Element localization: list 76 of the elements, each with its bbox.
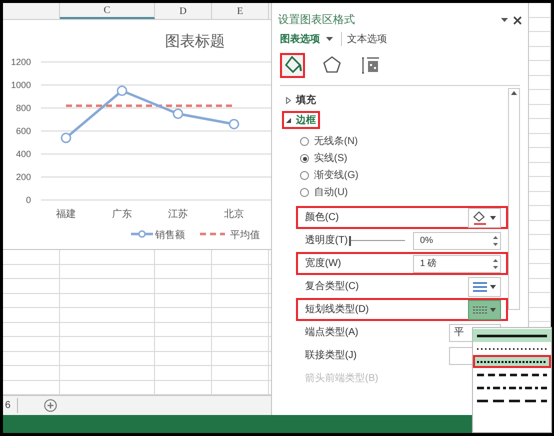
radio-option[interactable]: 渐变线(G) xyxy=(300,167,358,184)
line-style-icon xyxy=(477,360,547,364)
legend-label: 销售额 xyxy=(155,230,185,241)
property-label: 颜色(C) xyxy=(305,210,339,225)
radio-option[interactable]: 无线条(N) xyxy=(300,133,358,150)
category-label: 江苏 xyxy=(168,209,188,220)
property-label: 端点类型(A) xyxy=(305,326,358,340)
line-style-icon xyxy=(477,346,547,350)
transparency-field[interactable]: 0% xyxy=(413,232,501,250)
caret-icon xyxy=(490,284,496,288)
compound-type-button[interactable] xyxy=(468,276,501,296)
caret-icon[interactable] xyxy=(501,18,508,22)
color-picker-button[interactable] xyxy=(468,208,501,228)
legend-line-icon xyxy=(131,230,153,238)
axis-label: 400 xyxy=(16,149,31,159)
axis-label: 0 xyxy=(26,195,31,205)
legend-dash-icon xyxy=(200,232,225,236)
spinner-arrows-icon xyxy=(493,258,498,270)
category-label: 北京 xyxy=(224,209,244,220)
paint-bucket-icon xyxy=(282,55,302,75)
size-icon xyxy=(360,55,380,75)
chart-area[interactable]: 图表标题 0 200 400 600 800 1000 1200 福建 广东 江苏 北京 销售额 平均值 xyxy=(3,20,271,250)
radio-option[interactable]: 自动(U) xyxy=(300,184,348,201)
chart-title: 图表标题 xyxy=(165,33,225,50)
scroll-up-icon[interactable] xyxy=(511,91,517,95)
line-style-icon xyxy=(477,398,547,402)
pentagon-icon xyxy=(322,55,342,75)
column-header[interactable]: C xyxy=(60,3,155,19)
property-label: 短划线类型(D) xyxy=(305,302,369,317)
property-label: 联接类型(J) xyxy=(305,348,357,363)
data-point xyxy=(60,132,72,144)
scrollbar[interactable] xyxy=(508,88,520,310)
property-label: 复合类型(C) xyxy=(305,280,359,294)
section-header[interactable]: 边框 xyxy=(282,111,320,129)
caret-icon xyxy=(490,216,496,220)
paint-bucket-icon xyxy=(473,210,487,224)
dashed-lines-icon xyxy=(473,304,487,314)
data-point xyxy=(116,86,128,96)
sheet-tab[interactable]: 6 xyxy=(3,398,18,413)
legend-label: 平均值 xyxy=(230,230,260,241)
options-tab[interactable]: 图表选项 xyxy=(280,32,320,46)
data-point xyxy=(172,108,184,119)
radio-option[interactable]: 实线(S) xyxy=(300,150,348,167)
axis-label: 800 xyxy=(16,103,31,113)
axis-label: 600 xyxy=(16,126,31,136)
caret-icon xyxy=(490,308,496,312)
axis-label: 1200 xyxy=(10,57,31,67)
collapsed-icon xyxy=(286,96,291,104)
property-label: 宽度(W) xyxy=(305,256,342,271)
column-header[interactable]: D xyxy=(155,3,212,19)
caret-icon[interactable] xyxy=(326,37,333,41)
lines-icon xyxy=(473,282,487,292)
width-field[interactable]: 1 磅 xyxy=(413,254,501,272)
property-label: 箭头前端类型(B) xyxy=(305,372,378,386)
slider-track[interactable] xyxy=(349,236,405,246)
dash-type-button[interactable] xyxy=(468,300,501,320)
options-tab[interactable]: 文本选项 xyxy=(347,32,387,46)
line-style-option[interactable] xyxy=(473,329,551,342)
line-style-icon xyxy=(477,372,547,376)
panel-title: 设置图表区格式 xyxy=(278,12,355,28)
line-style-icon xyxy=(477,334,547,338)
section-header[interactable]: 填充 xyxy=(282,91,320,109)
spinner-arrows-icon xyxy=(493,234,498,246)
expanded-icon xyxy=(286,118,291,122)
add-sheet-icon[interactable] xyxy=(44,399,57,412)
data-point xyxy=(228,118,240,130)
column-header[interactable]: E xyxy=(212,3,269,19)
axis-label: 200 xyxy=(16,172,31,182)
close-icon[interactable] xyxy=(513,16,522,24)
axis-label: 1000 xyxy=(10,80,31,90)
category-label: 福建 xyxy=(56,209,76,220)
category-label: 广东 xyxy=(112,209,132,220)
property-label: 透明度(T) xyxy=(305,234,348,248)
line-style-option[interactable] xyxy=(473,355,551,368)
format-tab[interactable] xyxy=(280,52,305,78)
line-style-icon xyxy=(477,386,547,390)
